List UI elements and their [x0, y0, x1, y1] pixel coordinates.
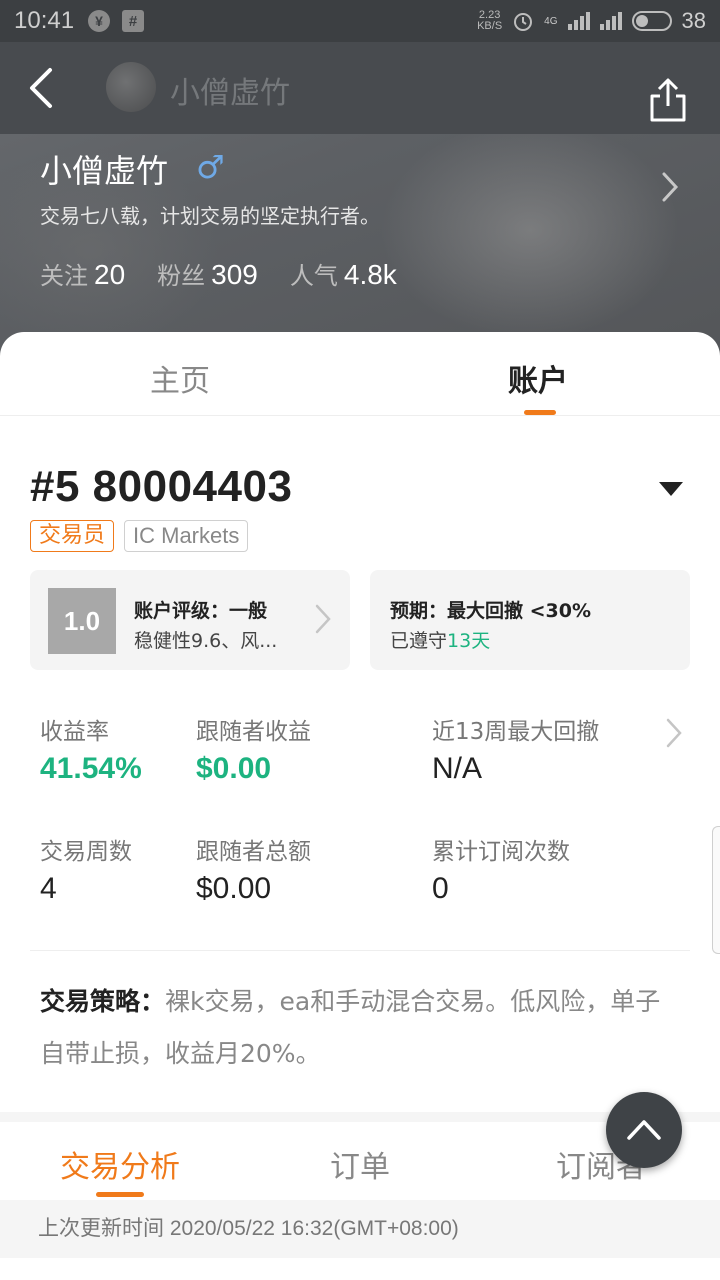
follower-profit-value: $0.00: [196, 752, 272, 785]
profile-name[interactable]: 小僧虚竹: [40, 146, 168, 192]
follower-total-value: $0.00: [196, 872, 272, 905]
rating-title: 账户评级：一般: [134, 600, 268, 622]
expectation-title: 预期：最大回撤 <30%: [390, 600, 592, 622]
male-gender-icon: ♂: [196, 148, 225, 186]
yen-notification-icon: ¥: [88, 10, 111, 32]
rating-score: 1.0: [48, 588, 116, 654]
compliance-prefix: 已遵守: [390, 630, 448, 652]
compliance-days: 13天: [447, 630, 491, 652]
signal-icon: [567, 12, 590, 30]
alarm-icon: [514, 13, 533, 31]
caret-down-icon[interactable]: [658, 480, 684, 498]
follower-total-label: 跟随者总额: [196, 839, 311, 865]
chevron-right-icon[interactable]: [658, 170, 682, 204]
followers-stat[interactable]: 粉丝 309: [157, 256, 258, 291]
following-stat[interactable]: 关注 20: [40, 256, 125, 291]
broker-tag: IC Markets: [124, 520, 249, 552]
expectation-compliance: 已遵守13天: [390, 626, 490, 653]
main-tabs: 主页 账户: [0, 332, 720, 416]
profile-bio: 交易七八载，计划交易的坚定执行者。: [40, 204, 380, 228]
popularity-label: 人气: [289, 262, 338, 290]
net-speed-unit: KB/S: [477, 20, 503, 32]
scroll-top-button[interactable]: [606, 1092, 682, 1168]
tab-account[interactable]: 账户: [508, 356, 568, 400]
strategy-label: 交易策略：: [40, 987, 166, 1016]
followers-label: 粉丝: [157, 262, 206, 290]
role-tag: 交易员: [30, 520, 115, 552]
status-time: 10:41: [14, 7, 75, 34]
followers-count: 309: [211, 259, 258, 290]
expectation-card: 预期：最大回撤 <30% 已遵守13天: [370, 570, 690, 670]
trading-weeks-value: 4: [40, 872, 57, 905]
chevron-right-icon: [315, 604, 331, 634]
trading-weeks-label: 交易周数: [40, 839, 132, 865]
battery-level: 38: [681, 8, 706, 33]
popularity-stat: 人气 4.8k: [290, 256, 397, 291]
tab-trade-analysis[interactable]: 交易分析: [60, 1142, 180, 1186]
tab-home[interactable]: 主页: [150, 356, 210, 400]
background-blur: [380, 120, 680, 340]
active-subtab-indicator: [96, 1192, 144, 1197]
subscriptions-label: 累计订阅次数: [432, 839, 570, 865]
profile-header: 10:41 ¥ # 2.23 KB/S 4G 38 小僧虚竹 小僧虚竹 ♂ 交易…: [0, 0, 720, 360]
rating-detail: 稳健性9.6、风...: [134, 630, 278, 652]
tab-orders[interactable]: 订单: [330, 1142, 390, 1186]
strategy-text: 交易策略：裸k交易，ea和手动混合交易。低风险，单子自带止损，收益月20%。: [40, 976, 680, 1080]
max-drawdown-label: 近13周最大回撤: [432, 719, 600, 745]
chevron-up-icon: [627, 1120, 661, 1140]
profile-stats: 关注 20 粉丝 309 人气 4.8k: [40, 256, 397, 291]
nav-title: 小僧虚竹: [170, 76, 290, 111]
status-bar: 10:41 ¥ # 2.23 KB/S 4G 38: [0, 0, 720, 42]
return-value: 41.54%: [40, 752, 142, 785]
following-label: 关注: [40, 262, 88, 290]
last-updated: 上次更新时间 2020/05/22 16:32(GMT+08:00): [0, 1200, 720, 1258]
following-count: 20: [94, 259, 126, 290]
side-scroll-handle[interactable]: [712, 826, 720, 954]
share-icon[interactable]: [646, 76, 690, 126]
follower-profit-label: 跟随者收益: [196, 719, 311, 745]
rating-card[interactable]: 1.0 账户评级：一般 稳健性9.6、风...: [30, 570, 350, 670]
nav-bar: 小僧虚竹: [0, 42, 720, 134]
subscriptions-value: 0: [432, 872, 449, 905]
nav-avatar: [106, 62, 156, 112]
network-type: 4G: [544, 15, 558, 27]
grid-notification-icon: #: [122, 10, 145, 32]
battery-icon: [631, 11, 672, 31]
return-label: 收益率: [40, 719, 109, 745]
status-right: 2.23 KB/S 4G 38: [477, 8, 706, 34]
active-tab-indicator: [524, 410, 556, 415]
signal-icon-2: [599, 12, 622, 30]
max-drawdown-value: N/A: [432, 752, 483, 785]
net-speed: 2.23 KB/S: [477, 10, 502, 32]
account-number: #5 80004403: [30, 462, 293, 511]
back-arrow-icon[interactable]: [22, 66, 62, 110]
divider: [30, 950, 690, 951]
chevron-right-icon[interactable]: [664, 716, 684, 750]
popularity-count: 4.8k: [343, 259, 397, 290]
